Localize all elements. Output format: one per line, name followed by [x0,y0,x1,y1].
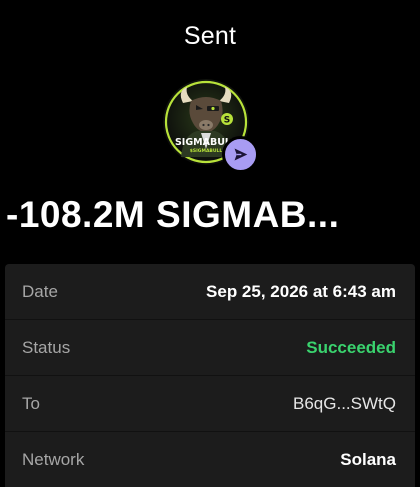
detail-row-status: Status Succeeded [5,320,415,376]
network-value: Solana [340,450,396,469]
transaction-amount: -108.2M SIGMAB... [6,194,340,235]
status-value: Succeeded [306,337,396,357]
send-arrow-icon [222,136,259,173]
to-address-value[interactable]: B6qG...SWtQ [293,394,396,414]
date-label: Date [22,281,58,301]
detail-row-date: Date Sep 25, 2026 at 6:43 am [5,264,415,320]
to-label: To [22,393,40,413]
token-avatar: S SIGMABULL $SIGMABULL [163,79,259,175]
transaction-details-card: Date Sep 25, 2026 at 6:43 am Status Succ… [5,264,415,487]
page-title: Sent [183,22,237,50]
date-value: Sep 25, 2026 at 6:43 am [206,281,396,301]
logo-subtext: $SIGMABULL [190,148,223,154]
detail-row-to[interactable]: To B6qG...SWtQ [5,376,415,432]
transaction-detail-screen: Sent S SIGMABULL $SIGMABULL -108.2M SIGM… [0,0,420,487]
detail-row-network: Network Solana [5,432,415,487]
status-label: Status [22,337,71,357]
network-label: Network [22,450,85,469]
svg-text:S: S [224,116,230,126]
